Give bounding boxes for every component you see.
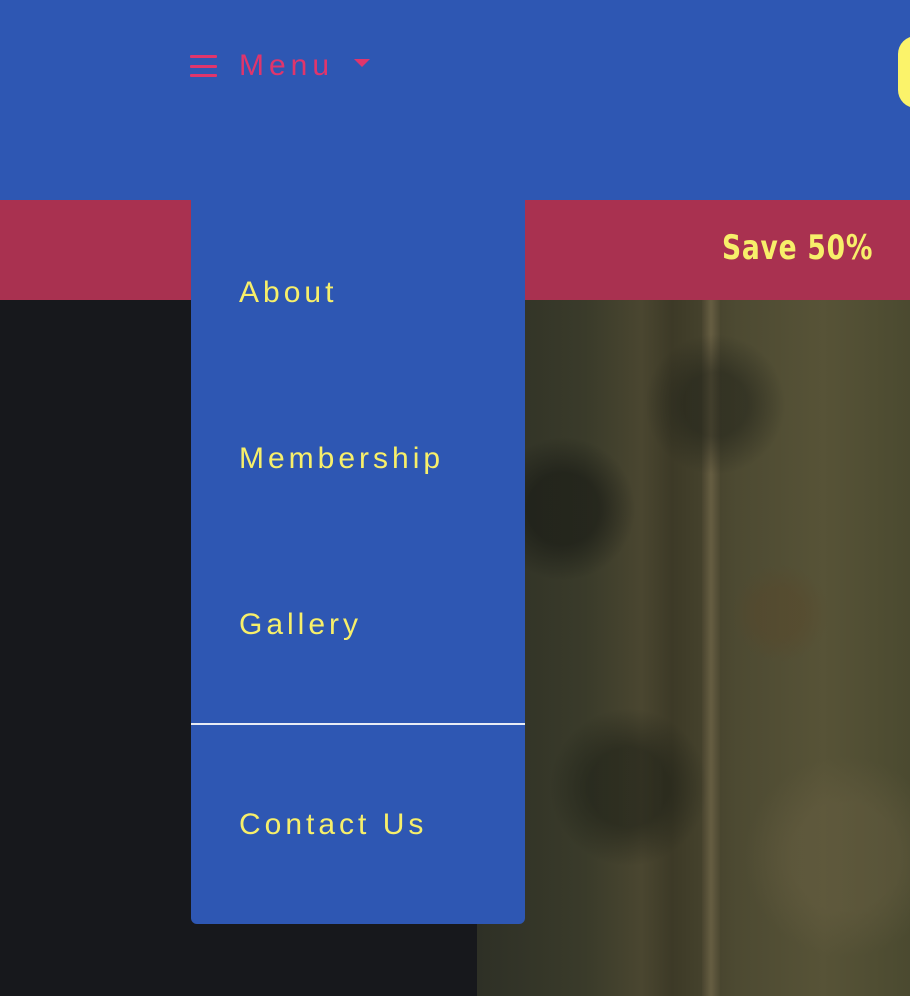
menu-divider — [191, 723, 525, 725]
hamburger-icon — [190, 55, 217, 77]
promo-text[interactable]: Save 50% — [722, 220, 873, 276]
site-header: Menu — [0, 0, 910, 200]
menu-item-contact-us[interactable]: Contact Us — [239, 807, 427, 843]
caret-down-icon — [354, 59, 371, 67]
menu-dropdown: About Membership Gallery Contact Us — [191, 200, 525, 924]
menu-item-membership[interactable]: Membership — [239, 441, 444, 477]
hero-image — [477, 300, 910, 996]
menu-toggle-button[interactable]: Menu — [190, 44, 371, 88]
logo[interactable] — [898, 36, 910, 108]
menu-label: Menu — [239, 49, 335, 82]
menu-item-about[interactable]: About — [239, 275, 337, 311]
menu-item-gallery[interactable]: Gallery — [239, 607, 362, 643]
